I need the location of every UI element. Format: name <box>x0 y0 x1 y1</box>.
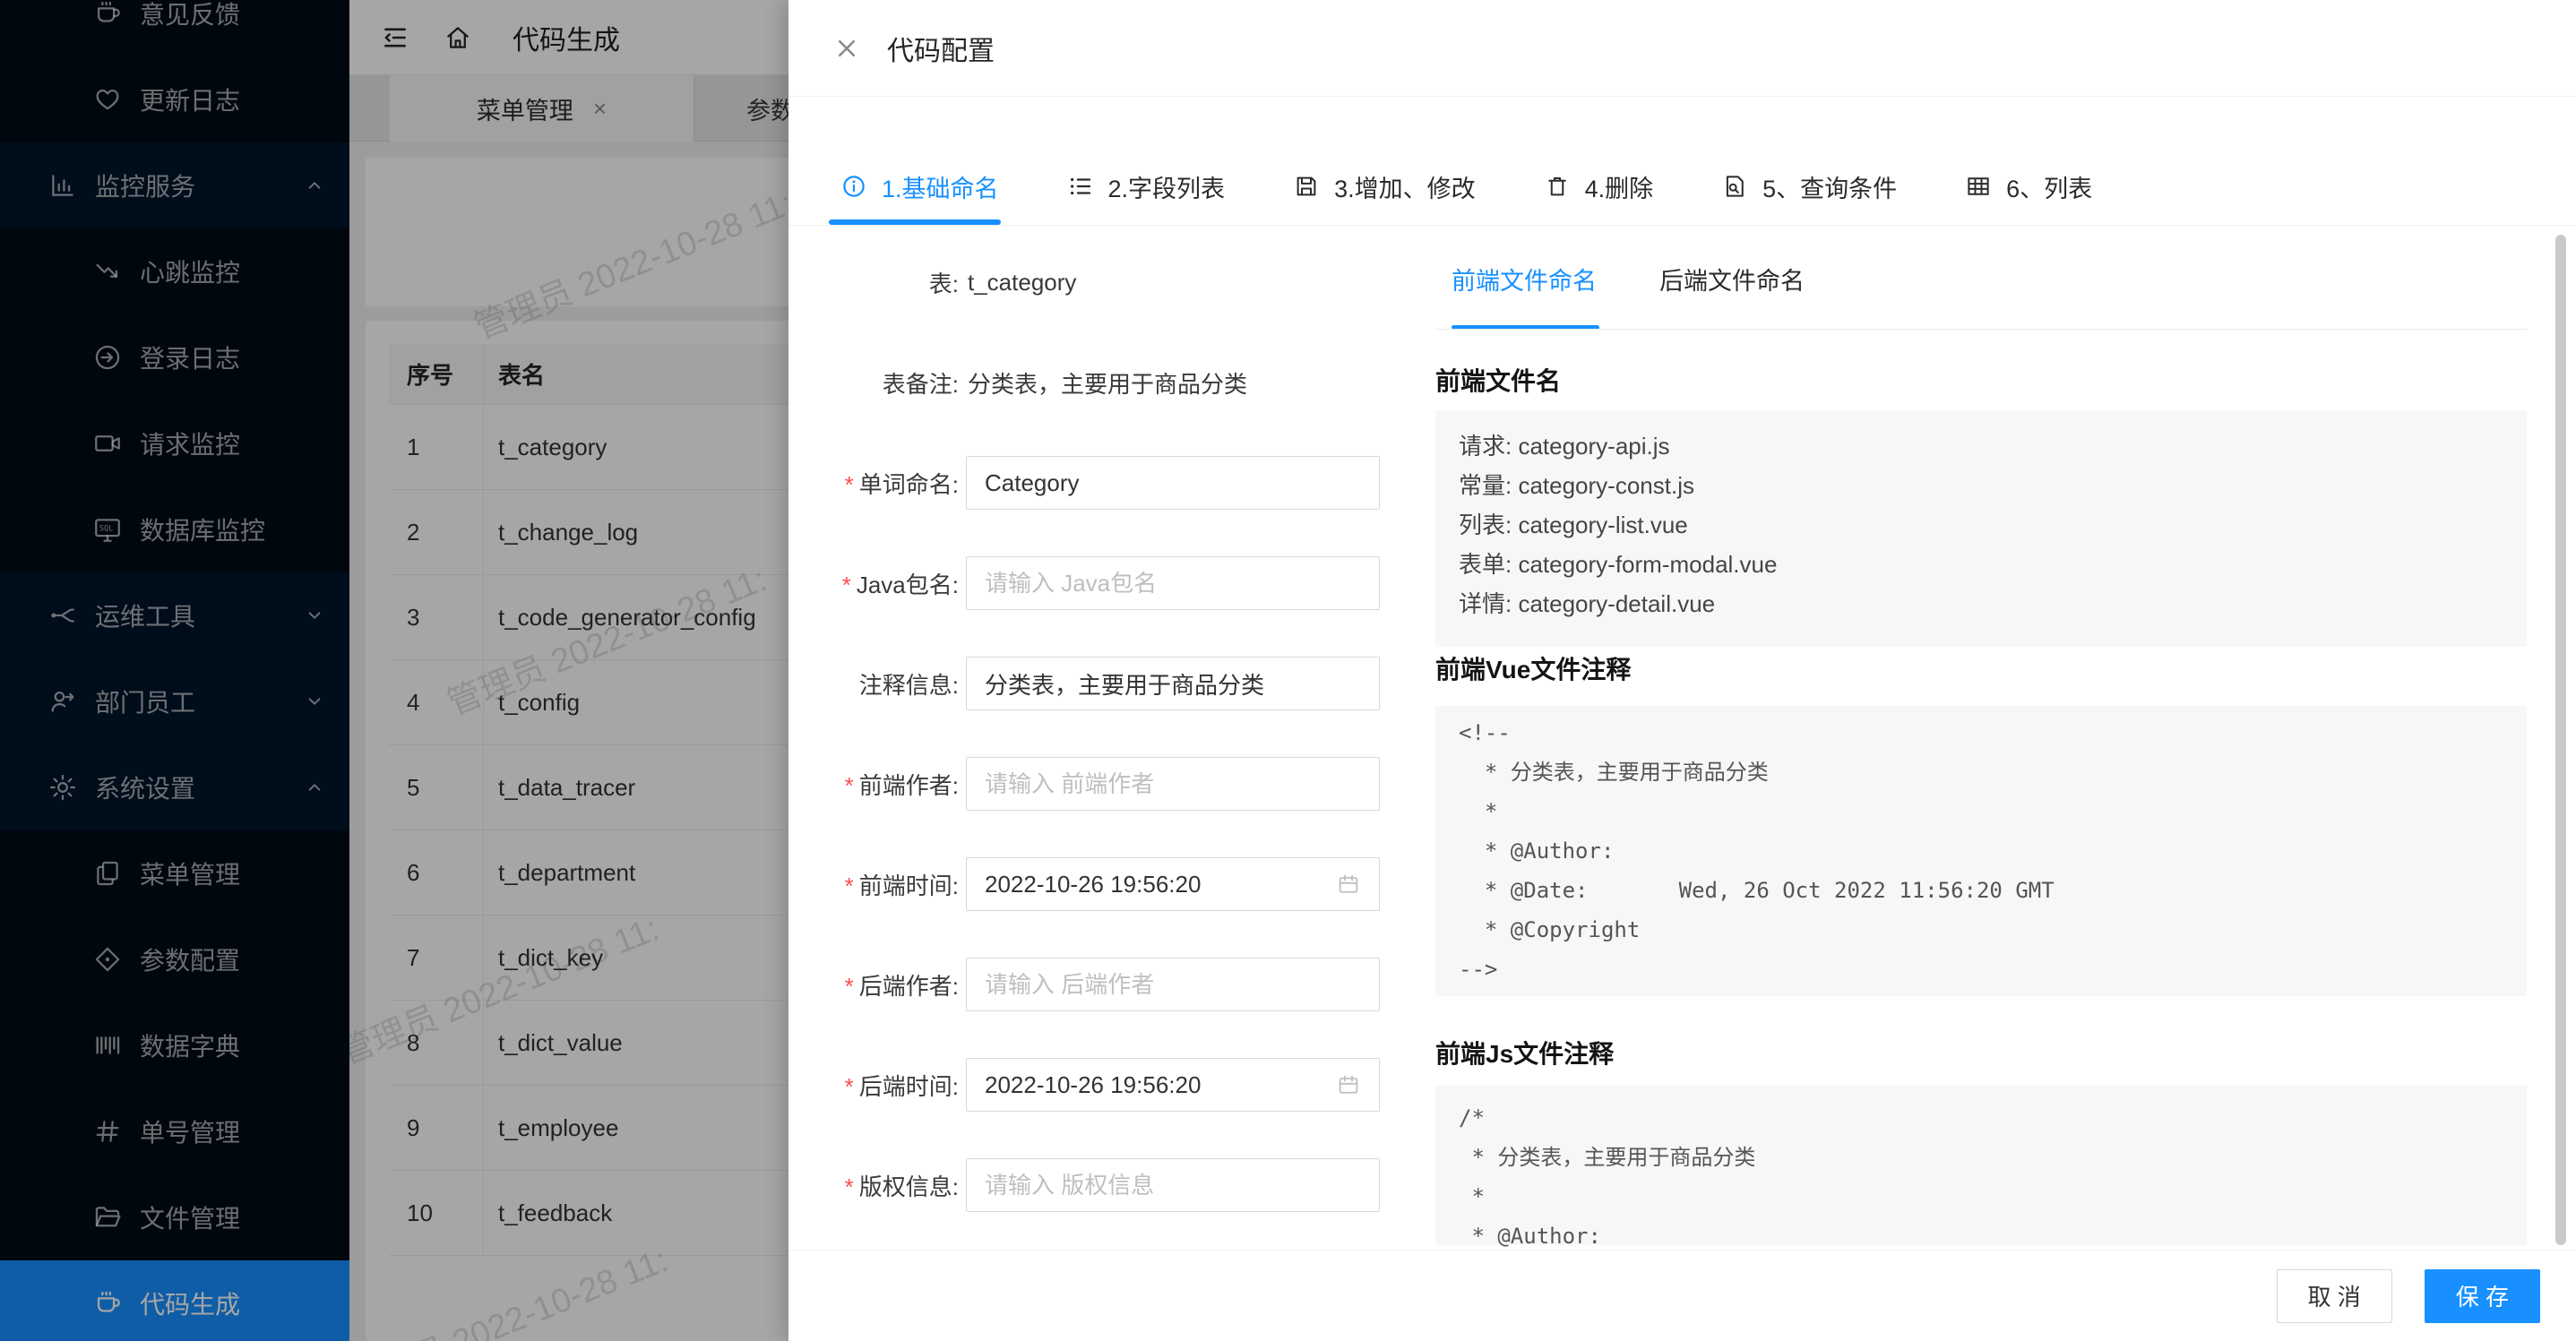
drawer-footer: 取 消 保 存 <box>788 1250 2576 1341</box>
frontend-time-picker[interactable]: 2022-10-26 19:56:20 <box>966 857 1380 911</box>
code-config-drawer: 代码配置 1.基础命名 2.字段列表 3.增加、修改 4.删除 5、查询条件 <box>788 0 2576 1341</box>
form-row-copyright: *版权信息: <box>788 1158 1398 1212</box>
form-row-table-comment: 表备注: 分类表，主要用于商品分类 <box>788 356 1398 409</box>
field-label: 单词命名: <box>859 471 959 498</box>
divider <box>1435 329 2527 330</box>
field-label: 表备注: <box>788 366 959 400</box>
required-asterisk: * <box>845 471 854 498</box>
required-asterisk: * <box>845 1173 854 1200</box>
file-naming-tabs: 前端文件命名 后端文件命名 <box>1452 262 1805 297</box>
required-asterisk: * <box>845 772 854 799</box>
required-asterisk: * <box>845 973 854 1000</box>
field-label: 前端作者: <box>859 772 959 799</box>
form-row-comment-info: *注释信息: <box>788 657 1398 710</box>
table-value: t_category <box>968 269 1076 297</box>
table-comment-value: 分类表，主要用于商品分类 <box>968 366 1247 400</box>
form-row-backend-author: *后端作者: <box>788 958 1398 1011</box>
copyright-input[interactable] <box>966 1158 1380 1212</box>
tab-frontend-file-naming[interactable]: 前端文件命名 <box>1452 262 1597 297</box>
vue-comment-box: <!-- * 分类表，主要用于商品分类 * * @Author: * @Date… <box>1435 706 2527 996</box>
field-label: 表: <box>788 266 959 299</box>
section-heading-vue-comment: 前端Vue文件注释 <box>1435 650 1631 686</box>
calendar-icon <box>1336 1072 1361 1097</box>
required-asterisk: * <box>845 873 854 899</box>
cancel-button[interactable]: 取 消 <box>2277 1269 2392 1323</box>
js-comment-box: /* * 分类表，主要用于商品分类 * * @Author: <box>1435 1086 2527 1245</box>
section-heading-js-comment: 前端Js文件注释 <box>1435 1035 1614 1070</box>
field-label: Java包名: <box>857 572 959 598</box>
frontend-author-input[interactable] <box>966 757 1380 811</box>
java-package-input[interactable] <box>966 556 1380 610</box>
form-row-frontend-author: *前端作者: <box>788 757 1398 811</box>
field-label: 注释信息: <box>859 672 959 699</box>
comment-info-input[interactable] <box>966 657 1380 710</box>
frontend-filenames-box: 请求: category-api.js 常量: category-const.j… <box>1435 410 2527 647</box>
section-heading-frontend-filenames: 前端文件名 <box>1435 362 1561 398</box>
field-label: 版权信息: <box>859 1173 959 1200</box>
form-row-java-package: *Java包名: <box>788 556 1398 610</box>
calendar-icon <box>1336 872 1361 897</box>
field-label: 后端作者: <box>859 973 959 1000</box>
required-asterisk: * <box>842 572 851 598</box>
save-button[interactable]: 保 存 <box>2425 1269 2540 1323</box>
field-label: 后端时间: <box>859 1073 959 1100</box>
form-row-backend-time: *后端时间: 2022-10-26 19:56:20 <box>788 1058 1398 1112</box>
tab-backend-file-naming[interactable]: 后端文件命名 <box>1659 262 1805 297</box>
drawer-body: 表: t_category 表备注: 分类表，主要用于商品分类 *单词命名: *… <box>788 0 2576 1341</box>
drawer-scrollbar-thumb[interactable] <box>2555 235 2566 1245</box>
form-row-table: 表: t_category <box>788 255 1398 309</box>
word-name-input[interactable] <box>966 456 1380 510</box>
field-label: 前端时间: <box>859 873 959 899</box>
backend-time-picker[interactable]: 2022-10-26 19:56:20 <box>966 1058 1380 1112</box>
app-root: 意见反馈 更新日志 监控服务 心跳监控 登录日志 请求监控 SQL 数据库监控 <box>0 0 2576 1341</box>
form-row-frontend-time: *前端时间: 2022-10-26 19:56:20 <box>788 857 1398 911</box>
form-row-word-name: *单词命名: <box>788 456 1398 510</box>
required-asterisk: * <box>845 1073 854 1100</box>
backend-author-input[interactable] <box>966 958 1380 1011</box>
